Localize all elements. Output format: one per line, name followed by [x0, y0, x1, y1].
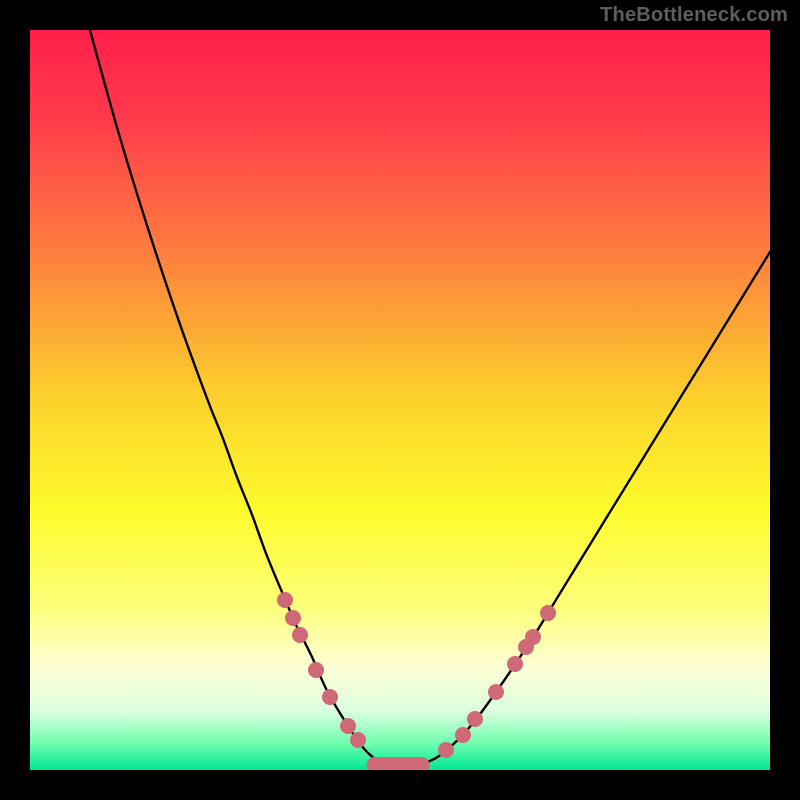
data-marker	[488, 684, 504, 700]
data-marker	[277, 592, 293, 608]
data-marker	[308, 662, 324, 678]
data-marker	[455, 727, 471, 743]
data-marker	[285, 610, 301, 626]
data-marker	[350, 732, 366, 748]
data-marker	[540, 605, 556, 621]
data-marker	[467, 711, 483, 727]
plot-area	[30, 30, 770, 770]
data-curve	[30, 30, 770, 770]
data-marker	[292, 627, 308, 643]
data-marker	[507, 656, 523, 672]
flat-segment-marker	[367, 757, 430, 770]
data-marker	[340, 718, 356, 734]
data-marker	[438, 742, 454, 758]
chart-frame: TheBottleneck.com	[0, 0, 800, 800]
data-marker	[525, 629, 541, 645]
data-marker	[322, 689, 338, 705]
watermark-text: TheBottleneck.com	[600, 4, 788, 27]
